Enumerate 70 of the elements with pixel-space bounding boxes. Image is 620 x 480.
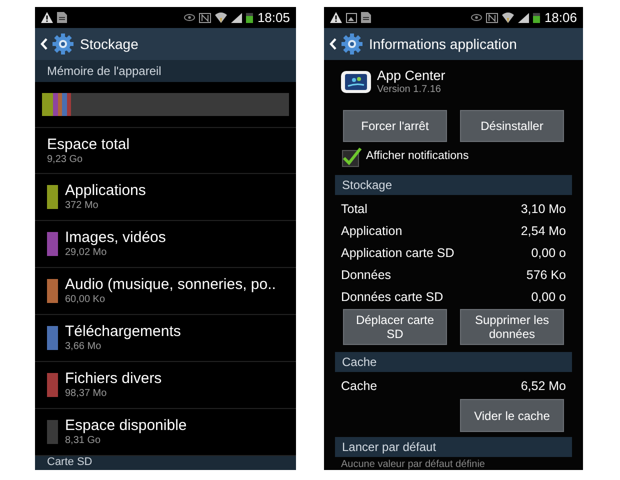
app-icon [341,71,371,93]
row-label: Application [341,222,402,240]
row-value: 3,10 Mo [520,200,566,218]
row-label: Cache [341,378,378,395]
section-header: Cache [335,352,572,372]
settings-icon [52,33,74,55]
row-label: Total [341,200,368,218]
action-button[interactable]: Désinstaller [460,110,564,142]
info-text: Aucune valeur par défaut définie [341,459,486,470]
category-label: Images, vidéos [65,229,166,247]
app-name: App Center [377,68,446,84]
battery-icon [533,12,540,23]
row-value: 576 Ko [526,266,566,284]
action-button[interactable]: Vider le cache [460,399,564,432]
category-size: 3,66 Mo [65,341,102,353]
total-value: 9,23 Go [47,154,84,166]
action-button[interactable]: Supprimer les données [460,309,564,345]
checkbox[interactable] [342,147,362,167]
signal-icon [518,12,530,22]
storage-category[interactable]: Images, vidéos 29,02 Mo [35,221,296,268]
document-icon [57,12,67,23]
eye-icon [184,14,196,21]
wifi-icon [215,12,228,23]
category-size: 60,00 Ko [65,294,106,306]
storage-category[interactable]: Audio (musique, sonneries, po.. 60,00 Ko [35,268,296,315]
row-value: 0,00 o [531,244,566,262]
category-label: Audio (musique, sonneries, po.. [65,276,276,294]
section-header: Carte SD [35,456,296,470]
category-size: 8,31 Go [65,435,102,447]
back-icon[interactable] [40,38,48,50]
action-button[interactable]: Forcer l'arrêt [343,110,447,142]
row-label: Application carte SD [341,244,454,262]
clock-time: 18:06 [544,11,577,24]
total-label: Espace total [47,136,131,154]
row-label: Données [341,266,392,284]
screen-title: Stockage [80,34,138,54]
row-value: 6,52 Mo [520,378,566,395]
wifi-icon [502,12,514,23]
nfc-icon [199,12,212,22]
section-header: Lancer par défaut [335,437,572,457]
category-size: 98,37 Mo [65,388,108,400]
row-value: 2,54 Mo [520,222,566,240]
document-icon [361,12,371,23]
warning-icon [330,12,342,23]
warning-icon [41,12,53,23]
section-header: Mémoire de l'appareil [35,60,296,82]
signal-icon [231,12,242,22]
back-icon[interactable] [329,38,337,50]
eye-icon [471,14,482,21]
settings-icon [341,33,363,55]
row-label: Données carte SD [341,288,444,306]
category-label: Applications [65,182,146,200]
app-version: Version 1.7.16 [377,84,442,96]
category-size: 372 Mo [65,200,100,212]
row-value: 0,00 o [531,288,566,306]
clock-time: 18:05 [257,11,290,24]
image-icon [346,12,357,22]
nfc-icon [486,12,498,22]
section-header: Stockage [335,175,572,195]
category-size: 29,02 Mo [65,247,108,259]
battery-icon [246,12,254,23]
storage-category[interactable]: Applications 372 Mo [35,174,296,221]
category-label: Espace disponible [65,417,187,435]
storage-category[interactable]: Téléchargements 3,66 Mo [35,315,296,362]
checkbox-label: Afficher notifications [366,149,469,164]
category-label: Téléchargements [65,323,181,341]
category-label: Fichiers divers [65,370,162,388]
action-button[interactable]: Déplacer carte SD [343,309,447,345]
storage-category[interactable]: Fichiers divers 98,37 Mo [35,362,296,409]
screen-title: Informations application [369,34,517,54]
